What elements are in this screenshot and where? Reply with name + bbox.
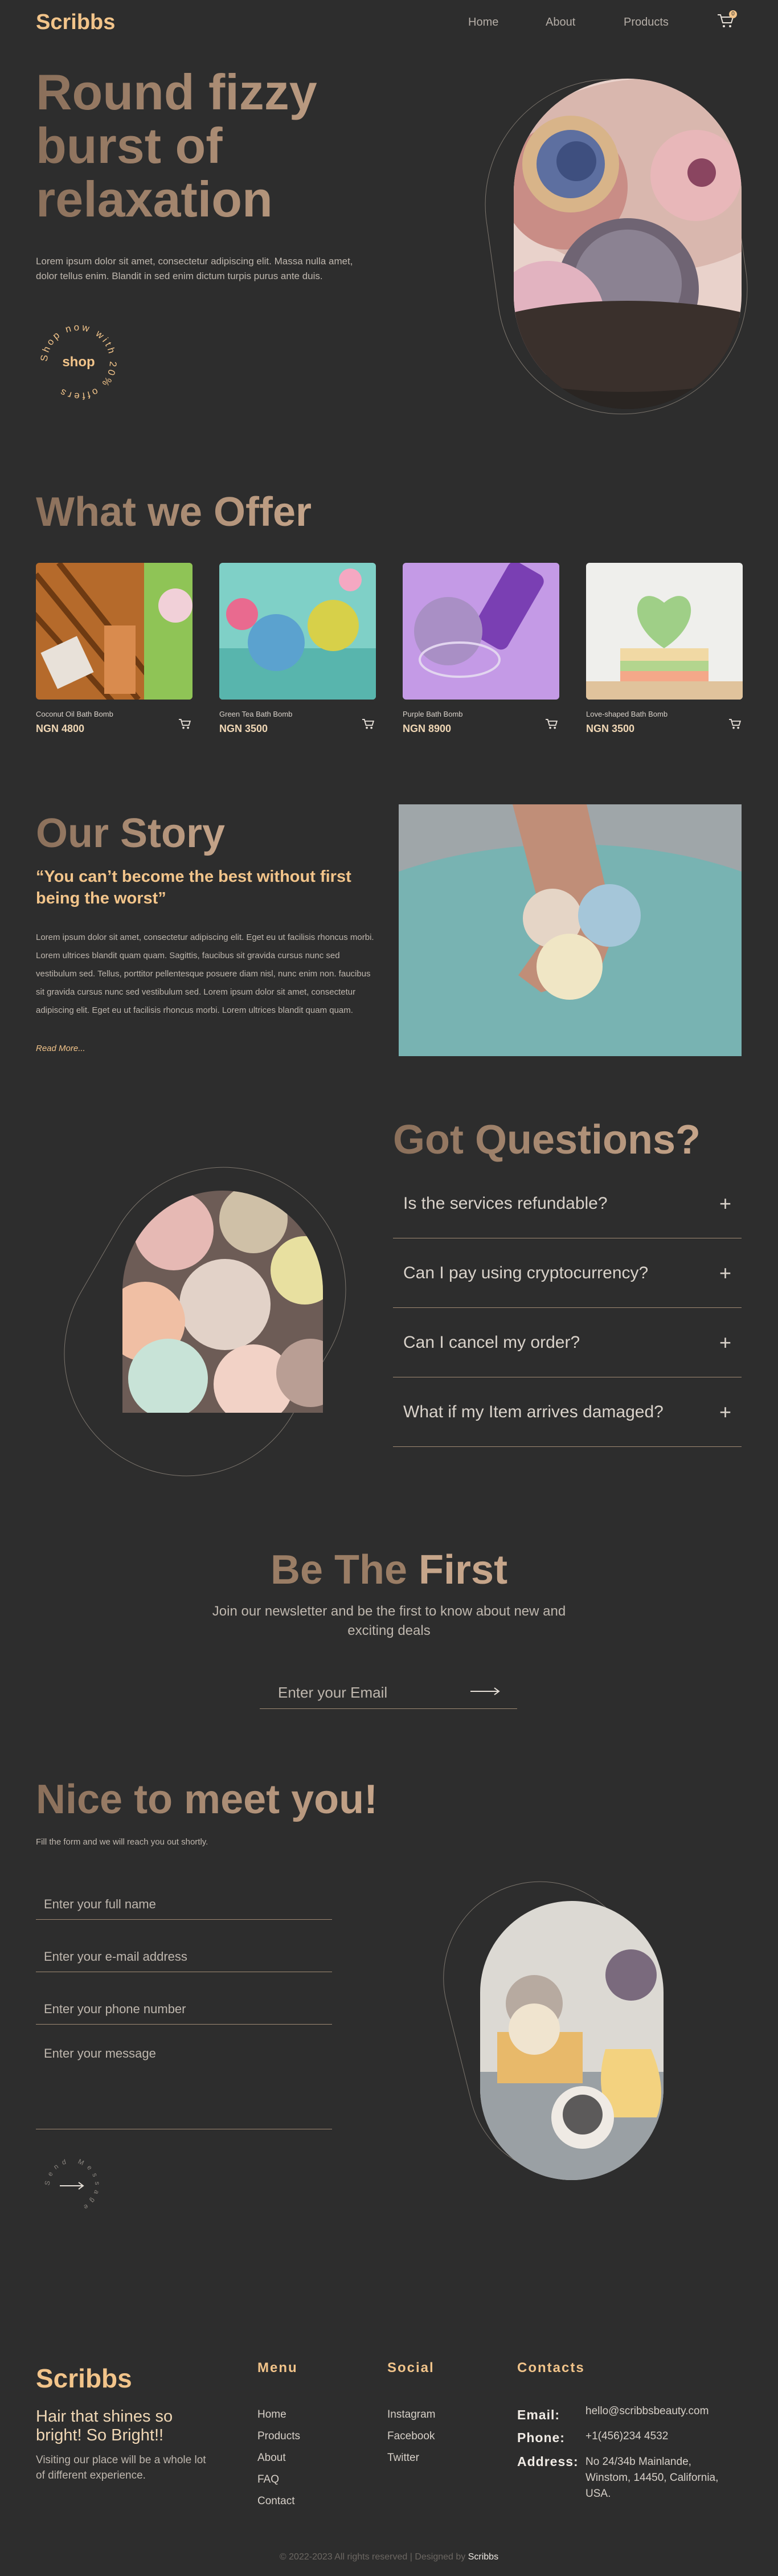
- footer-link-twitter[interactable]: Twitter: [387, 2452, 419, 2464]
- add-to-cart-icon[interactable]: [178, 718, 193, 733]
- add-to-cart-icon[interactable]: [728, 718, 743, 733]
- phone-placeholder: Enter your phone number: [44, 2002, 186, 2016]
- contact-section-title: Nice to meet you!: [36, 1777, 378, 1822]
- newsletter-title: Be The First: [0, 1547, 778, 1593]
- add-to-cart-icon[interactable]: [361, 718, 376, 733]
- offer-section-title: What we Offer: [36, 489, 312, 535]
- send-message-button[interactable]: Send Message: [41, 2154, 104, 2217]
- product-price: NGN 4800: [36, 723, 85, 734]
- newsletter-email-placeholder: Enter your Email: [278, 1684, 388, 1701]
- svg-text:Send Message: Send Message: [43, 2157, 101, 2214]
- newsletter-title-part1: Be The: [270, 1547, 419, 1593]
- nav-products[interactable]: Products: [624, 16, 669, 29]
- product-card[interactable]: Purple Bath Bomb NGN 8900: [403, 563, 559, 735]
- footer-link-home[interactable]: Home: [257, 2409, 286, 2421]
- faq-section-title: Got Questions?: [393, 1117, 701, 1163]
- footer-contacts-title: Contacts: [517, 2360, 585, 2375]
- product-card[interactable]: Love-shaped Bath Bomb NGN 3500: [586, 563, 743, 735]
- faq-question: What if my Item arrives damaged?: [403, 1402, 664, 1421]
- newsletter-email-field[interactable]: Enter your Email: [260, 1679, 517, 1709]
- nav-about[interactable]: About: [546, 16, 575, 29]
- hero-title-line3: relaxation: [36, 171, 273, 227]
- submit-arrow-icon[interactable]: [470, 1686, 500, 1699]
- expand-plus-icon[interactable]: +: [719, 1331, 731, 1355]
- product-image-love-shaped: [586, 563, 743, 700]
- footer-email-label: Email:: [517, 2407, 560, 2422]
- expand-plus-icon[interactable]: +: [719, 1192, 731, 1216]
- cart-count-badge: 0: [729, 10, 737, 18]
- newsletter-title-part2: First: [419, 1547, 508, 1593]
- story-hands-image: [399, 804, 742, 1056]
- send-ring-text: Send Message: [43, 2157, 97, 2214]
- product-card[interactable]: Green Tea Bath Bomb NGN 3500: [219, 563, 376, 735]
- badge-center-label: shop: [62, 354, 95, 370]
- read-more-link[interactable]: Read More...: [36, 1044, 85, 1053]
- email-field[interactable]: Enter your e-mail address: [36, 1945, 332, 1972]
- footer-address-label: Address:: [517, 2454, 579, 2469]
- footer-menu-title: Menu: [257, 2360, 298, 2375]
- product-price: NGN 3500: [219, 723, 268, 734]
- footer-address-value: No 24/34b Mainlande, Winstom, 14450, Cal…: [585, 2456, 719, 2500]
- shop-now-badge[interactable]: Shop now with 20% offers shop: [36, 319, 121, 404]
- footer-logo[interactable]: Scribbs: [36, 2363, 132, 2394]
- faq-question: Can I cancel my order?: [403, 1332, 580, 1352]
- hero-title-line1: Round fizzy: [36, 64, 317, 120]
- full-name-field[interactable]: Enter your full name: [36, 1892, 332, 1920]
- product-image-purple: [403, 563, 559, 700]
- story-body: Lorem ipsum dolor sit amet, consectetur …: [36, 933, 374, 1015]
- footer-email-value[interactable]: hello@scribbsbeauty.com: [585, 2405, 709, 2418]
- full-name-placeholder: Enter your full name: [44, 1897, 156, 1911]
- nav-home[interactable]: Home: [468, 16, 498, 29]
- faq-question: Can I pay using cryptocurrency?: [403, 1263, 649, 1282]
- product-name: Love-shaped Bath Bomb: [586, 710, 668, 718]
- copyright: © 2022-2023 All rights reserved | Design…: [0, 2552, 778, 2562]
- footer-link-faq[interactable]: FAQ: [257, 2473, 279, 2486]
- site-logo[interactable]: Scribbs: [36, 10, 115, 35]
- product-name: Coconut Oil Bath Bomb: [36, 710, 113, 718]
- copyright-text: © 2022-2023 All rights reserved | Design…: [279, 2552, 466, 2562]
- footer-phone-value[interactable]: +1(456)234 4532: [585, 2430, 668, 2443]
- hero-title: Round fizzy burst of relaxation: [36, 66, 378, 226]
- faq-question: Is the services refundable?: [403, 1193, 608, 1213]
- faq-item[interactable]: Can I cancel my order? +: [393, 1308, 742, 1377]
- product-name: Green Tea Bath Bomb: [219, 710, 293, 718]
- hero-bath-bomb-image: [514, 79, 742, 409]
- designer-link[interactable]: Scribbs: [468, 2552, 498, 2562]
- product-image-coconut: [36, 563, 193, 700]
- footer-link-about[interactable]: About: [257, 2452, 286, 2464]
- product-price: NGN 8900: [403, 723, 452, 734]
- message-field[interactable]: Enter your message: [36, 2039, 332, 2129]
- contact-bath-bombs-image: [480, 1901, 664, 2180]
- product-image-green-tea: [219, 563, 376, 700]
- footer-blurb: Visiting our place will be a whole lot o…: [36, 2454, 206, 2481]
- cart-icon[interactable]: 0: [716, 10, 737, 30]
- footer-social-title: Social: [387, 2360, 435, 2375]
- product-name: Purple Bath Bomb: [403, 710, 463, 718]
- expand-plus-icon[interactable]: +: [719, 1261, 731, 1285]
- phone-field[interactable]: Enter your phone number: [36, 1997, 332, 2025]
- faq-bath-bombs-image: [122, 1191, 323, 1413]
- newsletter-subtitle: Join our newsletter and be the first to …: [212, 1604, 566, 1638]
- expand-plus-icon[interactable]: +: [719, 1400, 731, 1424]
- email-placeholder: Enter your e-mail address: [44, 1949, 187, 1964]
- footer-link-instagram[interactable]: Instagram: [387, 2409, 435, 2421]
- footer-link-products[interactable]: Products: [257, 2430, 300, 2443]
- story-section-title: Our Story: [36, 811, 226, 856]
- product-price: NGN 3500: [586, 723, 635, 734]
- footer-phone-label: Phone:: [517, 2430, 565, 2445]
- add-to-cart-icon[interactable]: [544, 718, 559, 733]
- footer-tagline: Hair that shines so bright! So Bright!!: [36, 2407, 173, 2444]
- footer-link-facebook[interactable]: Facebook: [387, 2430, 435, 2443]
- story-quote: “You can’t become the best without first…: [36, 868, 351, 907]
- contact-subtitle: Fill the form and we will reach you out …: [36, 1837, 208, 1847]
- hero-description: Lorem ipsum dolor sit amet, consectetur …: [36, 256, 353, 281]
- product-card[interactable]: Coconut Oil Bath Bomb NGN 4800: [36, 563, 193, 735]
- footer-link-contact[interactable]: Contact: [257, 2495, 294, 2508]
- hero-title-line2: burst of: [36, 117, 223, 174]
- message-placeholder: Enter your message: [44, 2046, 156, 2060]
- faq-item[interactable]: Is the services refundable? +: [393, 1169, 742, 1238]
- faq-item[interactable]: Can I pay using cryptocurrency? +: [393, 1238, 742, 1308]
- faq-item[interactable]: What if my Item arrives damaged? +: [393, 1377, 742, 1447]
